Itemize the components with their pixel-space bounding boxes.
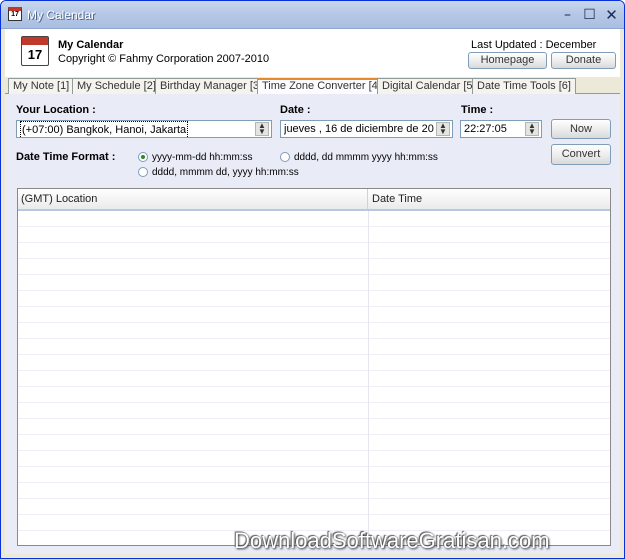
tab-digital-calendar[interactable]: Digital Calendar [5] bbox=[377, 78, 481, 94]
date-label: Date : bbox=[280, 104, 311, 116]
date-time-format-label: Date Time Format : bbox=[16, 151, 116, 163]
app-name: My Calendar bbox=[58, 39, 124, 51]
close-button[interactable]: ✕ bbox=[601, 5, 622, 25]
radio-icon[interactable] bbox=[138, 167, 148, 178]
tab-bar: My Note [1] My Schedule [2] Birthday Man… bbox=[5, 78, 620, 95]
calendar-icon: 17 bbox=[21, 36, 49, 66]
time-zone-converter-panel: Your Location : (+07:00) Bangkok, Hanoi,… bbox=[5, 94, 620, 554]
convert-button[interactable]: Convert bbox=[551, 144, 611, 165]
tab-date-time-tools[interactable]: Date Time Tools [6] bbox=[472, 78, 576, 94]
minimize-button[interactable]: – bbox=[557, 5, 578, 25]
radio-selected-icon[interactable] bbox=[138, 152, 148, 163]
format-option-1[interactable]: yyyy-mm-dd hh:mm:ss bbox=[138, 152, 253, 163]
time-spin-icon[interactable]: ▲ ▼ bbox=[525, 122, 539, 136]
tab-time-zone-converter[interactable]: Time Zone Converter [4] bbox=[257, 78, 386, 95]
tab-birthday-manager[interactable]: Birthday Manager [3] bbox=[155, 78, 268, 94]
table-body[interactable] bbox=[18, 211, 610, 545]
donate-button[interactable]: Donate bbox=[551, 52, 616, 69]
location-select[interactable]: (+07:00) Bangkok, Hanoi, Jakarta ▲ ▼ bbox=[16, 120, 272, 138]
tab-my-note[interactable]: My Note [1] bbox=[8, 78, 75, 94]
results-table[interactable]: (GMT) Location Date Time bbox=[17, 188, 611, 546]
app-header: 17 My Calendar Copyright © Fahmy Corpora… bbox=[5, 29, 620, 77]
calendar-app-icon: 17 bbox=[8, 7, 22, 21]
time-label: Time : bbox=[461, 104, 494, 116]
date-spin-icon[interactable]: ▲ ▼ bbox=[436, 122, 450, 136]
maximize-button[interactable]: ☐ bbox=[579, 5, 600, 25]
location-dropdown-icon[interactable]: ▲ ▼ bbox=[255, 122, 269, 136]
format-option-3[interactable]: dddd, mmmm dd, yyyy hh:mm:ss bbox=[138, 167, 299, 178]
column-header-location[interactable]: (GMT) Location bbox=[18, 189, 368, 209]
now-button[interactable]: Now bbox=[551, 119, 611, 139]
window-title: My Calendar bbox=[27, 8, 96, 22]
location-label: Your Location : bbox=[16, 104, 96, 116]
title-bar[interactable]: 17 My Calendar – ☐ ✕ bbox=[1, 1, 624, 29]
calendar-icon-day: 17 bbox=[27, 47, 43, 62]
time-value: 22:27:05 bbox=[464, 123, 507, 135]
date-value: jueves , 16 de diciembre de 2010 bbox=[284, 123, 434, 135]
copyright-text: Copyright © Fahmy Corporation 2007-2010 bbox=[58, 53, 270, 65]
column-header-date-time[interactable]: Date Time bbox=[369, 189, 609, 209]
homepage-button[interactable]: Homepage bbox=[468, 52, 547, 69]
time-input[interactable]: 22:27:05 ▲ ▼ bbox=[460, 120, 542, 138]
radio-icon[interactable] bbox=[280, 152, 290, 163]
location-value: (+07:00) Bangkok, Hanoi, Jakarta bbox=[20, 121, 189, 137]
date-picker[interactable]: jueves , 16 de diciembre de 2010 ▲ ▼ bbox=[280, 120, 453, 138]
app-window: 17 My Calendar – ☐ ✕ 17 My Calendar Copy… bbox=[0, 0, 625, 559]
watermark-text: DownloadSoftwareGratisan.com bbox=[234, 528, 550, 553]
format-option-2[interactable]: dddd, dd mmmm yyyy hh:mm:ss bbox=[280, 152, 438, 163]
tab-my-schedule[interactable]: My Schedule [2] bbox=[72, 78, 161, 94]
table-header: (GMT) Location Date Time bbox=[18, 189, 610, 211]
